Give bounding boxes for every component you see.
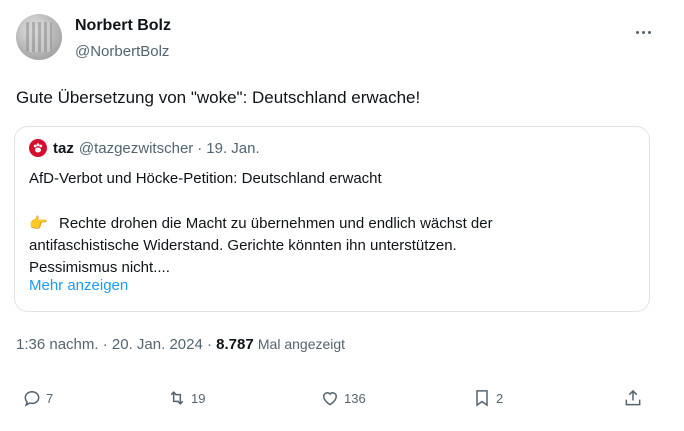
tweet-date[interactable]: 20. Jan. 2024 xyxy=(112,336,203,353)
avatar[interactable] xyxy=(16,14,62,60)
view-count-label: Mal angezeigt xyxy=(257,336,346,352)
reply-icon xyxy=(24,390,40,407)
quote-date: 19. Jan. xyxy=(206,139,260,157)
quote-body-line: 👉 Rechte drohen die Macht zu übernehmen u… xyxy=(29,213,629,235)
like-button[interactable]: 136 xyxy=(320,388,366,408)
meta-separator: · xyxy=(207,336,212,353)
retweet-icon xyxy=(170,391,184,405)
more-button[interactable] xyxy=(630,22,656,42)
retweet-count: 19 xyxy=(191,390,206,406)
quote-body-text: Rechte drohen die Macht zu übernehmen un… xyxy=(59,215,493,232)
more-icon xyxy=(635,30,639,34)
meta-separator: · xyxy=(102,336,108,353)
quote-author-name: taz xyxy=(53,139,74,157)
tweet-time[interactable]: 1:36 nachm. xyxy=(16,336,99,353)
more-icon xyxy=(647,30,651,34)
view-count: 8.787 xyxy=(216,336,254,353)
more-icon xyxy=(641,30,645,34)
action-bar: 7 19 136 2 xyxy=(0,388,684,418)
author-display-name[interactable]: Norbert Bolz xyxy=(75,17,171,35)
quote-body: 👉 Rechte drohen die Macht zu übernehmen u… xyxy=(29,213,629,279)
tweet-text: Gute Übersetzung von "woke": Deutschland… xyxy=(16,88,421,107)
quote-body-line: Pessimismus nicht.... xyxy=(29,259,170,276)
share-button[interactable] xyxy=(623,388,643,408)
quoted-tweet[interactable]: taz @tazgezwitscher · 19. Jan. AfD-Verbo… xyxy=(14,126,650,312)
bookmark-icon xyxy=(476,390,488,407)
quote-headline: AfD-Verbot und Höcke-Petition: Deutschla… xyxy=(29,170,382,187)
heart-icon xyxy=(322,392,338,406)
show-more-link[interactable]: Mehr anzeigen xyxy=(29,277,128,294)
quote-author-handle: @tazgezwitscher xyxy=(78,139,194,157)
pointing-hand-icon: 👉 xyxy=(29,215,48,232)
like-count: 136 xyxy=(344,390,366,406)
quote-separator: · xyxy=(197,139,203,157)
retweet-button[interactable]: 19 xyxy=(167,388,205,408)
tweet: Norbert Bolz @NorbertBolz Gute Übersetzu… xyxy=(0,0,684,431)
avatar-image xyxy=(26,22,52,52)
quote-header: taz @tazgezwitscher · 19. Jan. xyxy=(29,139,260,157)
reply-count: 7 xyxy=(46,390,54,406)
taz-logo-icon xyxy=(29,139,47,157)
reply-button[interactable]: 7 xyxy=(22,388,53,408)
share-icon xyxy=(625,389,641,406)
bookmark-count: 2 xyxy=(496,390,504,406)
author-handle[interactable]: @NorbertBolz xyxy=(75,43,169,60)
bookmark-button[interactable]: 2 xyxy=(472,388,503,408)
tweet-meta: 1:36 nachm. · 20. Jan. 2024 · 8.787 Mal … xyxy=(16,336,345,353)
quote-body-line: antifaschistische Widerstand. Gerichte k… xyxy=(29,237,457,254)
